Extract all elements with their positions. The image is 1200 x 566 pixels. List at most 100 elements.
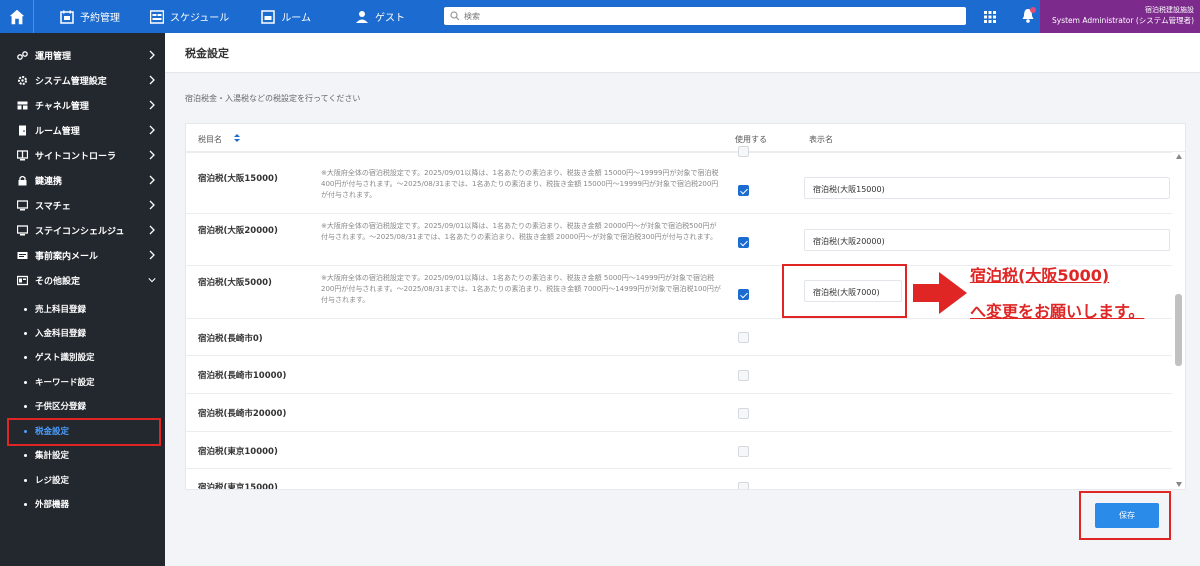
sidebar-item-channel[interactable]: チャネル管理 bbox=[0, 93, 165, 118]
sidebar-item-label: ルーム管理 bbox=[35, 127, 80, 137]
home-button[interactable] bbox=[0, 0, 34, 33]
sort-icon[interactable] bbox=[234, 134, 240, 142]
use-checkbox[interactable] bbox=[738, 237, 749, 248]
display-name-input[interactable]: 宿泊税(大阪20000) bbox=[804, 229, 1170, 251]
sidebar-subitem-register[interactable]: レジ設定 bbox=[0, 468, 165, 492]
sidebar-subitem-aggregation[interactable]: 集計設定 bbox=[0, 443, 165, 467]
sidebar-subitem-external-device[interactable]: 外部機器 bbox=[0, 492, 165, 516]
sidebar-item-stay-concierge[interactable]: ステイコンシェルジュ bbox=[0, 218, 165, 243]
sidebar-item-smache[interactable]: スマチェ bbox=[0, 193, 165, 218]
bullet-icon bbox=[24, 478, 27, 482]
nav-room[interactable]: ルーム bbox=[251, 0, 321, 33]
chevron-right-icon bbox=[149, 175, 155, 185]
sidebar-item-pre-arrival-mail[interactable]: 事前案内メール bbox=[0, 243, 165, 268]
chevron-down-icon bbox=[148, 278, 156, 283]
column-header-use: 使用する bbox=[735, 135, 767, 144]
bullet-icon bbox=[24, 355, 27, 359]
sidebar-item-key-integration[interactable]: 鍵連携 bbox=[0, 168, 165, 193]
lock-icon bbox=[18, 175, 27, 186]
chevron-right-icon bbox=[149, 50, 155, 60]
sidebar-subitem-guest-identification[interactable]: ゲスト識別設定 bbox=[0, 345, 165, 369]
sidebar-subitem-label: 子供区分登録 bbox=[35, 402, 87, 412]
sidebar-item-site-controller[interactable]: サイトコントローラ bbox=[0, 143, 165, 168]
sidebar-subitem-label: 集計設定 bbox=[35, 451, 70, 461]
table-header: 税目名 使用する 表示名 bbox=[186, 124, 1185, 152]
nav-guest-label: ゲスト bbox=[375, 13, 406, 24]
annotation-highlight-display-name bbox=[782, 264, 907, 318]
nav-reservation[interactable]: 予約管理 bbox=[50, 0, 130, 33]
sidebar-item-other-settings[interactable]: その他設定 bbox=[0, 268, 165, 293]
monitor-icon bbox=[17, 225, 28, 236]
use-checkbox[interactable] bbox=[738, 408, 749, 419]
other-settings-icon bbox=[17, 275, 28, 286]
save-button[interactable]: 保存 bbox=[1095, 503, 1159, 528]
table-scrollbar[interactable] bbox=[1172, 152, 1185, 489]
tax-name: 宿泊税(長崎市20000) bbox=[198, 409, 287, 419]
sidebar-subitem-sales-account[interactable]: 売上科目登録 bbox=[0, 297, 165, 321]
tax-note: ※大阪府全体の宿泊税設定です。2025/09/01以降は、1名あたりの素泊まり、… bbox=[321, 222, 717, 241]
sidebar-item-room[interactable]: ルーム管理 bbox=[0, 118, 165, 143]
sidebar-item-system-settings[interactable]: システム管理設定 bbox=[0, 68, 165, 93]
scroll-thumb[interactable] bbox=[1175, 294, 1182, 366]
table-row: 宿泊税(東京10000) bbox=[186, 432, 1172, 469]
chevron-right-icon bbox=[149, 75, 155, 85]
column-header-name[interactable]: 税目名 bbox=[198, 134, 222, 145]
tax-name: 宿泊税(大阪20000) bbox=[198, 226, 278, 236]
mail-icon bbox=[17, 252, 28, 259]
sidebar-subitem-keyword[interactable]: キーワード設定 bbox=[0, 370, 165, 394]
channel-icon bbox=[17, 101, 28, 110]
user-account[interactable]: 宿泊税建設施設 System Administrator (システム管理者) bbox=[1040, 0, 1200, 33]
sidebar-item-operation[interactable]: 運用管理 bbox=[0, 43, 165, 68]
search-input[interactable] bbox=[464, 11, 944, 21]
bullet-icon bbox=[24, 502, 27, 506]
tax-name: 宿泊税(長崎市10000) bbox=[198, 371, 287, 381]
room-icon bbox=[19, 125, 26, 136]
sidebar-item-label: ステイコンシェルジュ bbox=[35, 227, 125, 237]
display-name-input[interactable]: 宿泊税(大阪15000) bbox=[804, 177, 1170, 199]
sidebar-subitem-label: 外部機器 bbox=[35, 500, 70, 510]
use-checkbox[interactable] bbox=[738, 446, 749, 457]
monitor-icon bbox=[17, 200, 28, 211]
annotation-text: 宿泊税(大阪5000) bbox=[970, 266, 1110, 285]
chevron-right-icon bbox=[149, 250, 155, 260]
use-checkbox[interactable] bbox=[738, 482, 749, 489]
sidebar-item-label: 事前案内メール bbox=[35, 252, 99, 262]
use-checkbox[interactable] bbox=[738, 146, 749, 157]
app-grid-icon[interactable] bbox=[984, 11, 996, 23]
user-name: System Administrator (システム管理者) bbox=[1052, 16, 1194, 25]
nav-reservation-label: 予約管理 bbox=[80, 13, 120, 24]
tax-note: ※大阪府全体の宿泊税設定です。2025/09/01以降は、1名あたりの素泊まり、… bbox=[321, 274, 721, 304]
sidebar-item-label: 運用管理 bbox=[35, 52, 72, 62]
use-checkbox[interactable] bbox=[738, 289, 749, 300]
sidebar-subitem-child-category[interactable]: 子供区分登録 bbox=[0, 394, 165, 418]
notification-dot bbox=[1030, 7, 1036, 13]
use-checkbox[interactable] bbox=[738, 185, 749, 196]
scroll-up-icon[interactable] bbox=[1176, 154, 1182, 159]
scroll-down-icon[interactable] bbox=[1176, 482, 1182, 487]
sidebar-subitem-payment-account[interactable]: 入金科目登録 bbox=[0, 321, 165, 345]
sidebar-subitem-label: 入金科目登録 bbox=[35, 329, 87, 339]
page-title: 税金設定 bbox=[185, 47, 229, 60]
use-checkbox[interactable] bbox=[738, 370, 749, 381]
chevron-right-icon bbox=[149, 200, 155, 210]
sidebar-item-label: サイトコントローラ bbox=[35, 152, 117, 162]
nav-schedule[interactable]: スケジュール bbox=[140, 0, 239, 33]
chevron-right-icon bbox=[149, 100, 155, 110]
sidebar-subitem-label: レジ設定 bbox=[35, 476, 70, 486]
page-header: 税金設定 bbox=[165, 33, 1200, 73]
chevron-right-icon bbox=[149, 150, 155, 160]
use-checkbox[interactable] bbox=[738, 332, 749, 343]
table-row: 宿泊税(長崎市0) bbox=[186, 319, 1172, 356]
home-icon bbox=[9, 9, 24, 24]
bullet-icon bbox=[24, 380, 27, 384]
sidebar-item-label: チャネル管理 bbox=[35, 102, 89, 112]
site-controller-icon bbox=[17, 150, 28, 161]
nav-guest[interactable]: ゲスト bbox=[345, 0, 415, 33]
nav-room-label: ルーム bbox=[281, 13, 312, 24]
table-row: 宿泊税(大阪15000) ※大阪府全体の宿泊税設定です。2025/09/01以降… bbox=[186, 161, 1172, 214]
nav-schedule-label: スケジュール bbox=[170, 13, 230, 24]
tax-name: 宿泊税(大阪5000) bbox=[198, 278, 272, 288]
table-row: 宿泊税(大阪20000) ※大阪府全体の宿泊税設定です。2025/09/01以降… bbox=[186, 214, 1172, 266]
search-box[interactable] bbox=[444, 7, 966, 25]
table-row: 宿泊税(長崎市10000) bbox=[186, 356, 1172, 394]
